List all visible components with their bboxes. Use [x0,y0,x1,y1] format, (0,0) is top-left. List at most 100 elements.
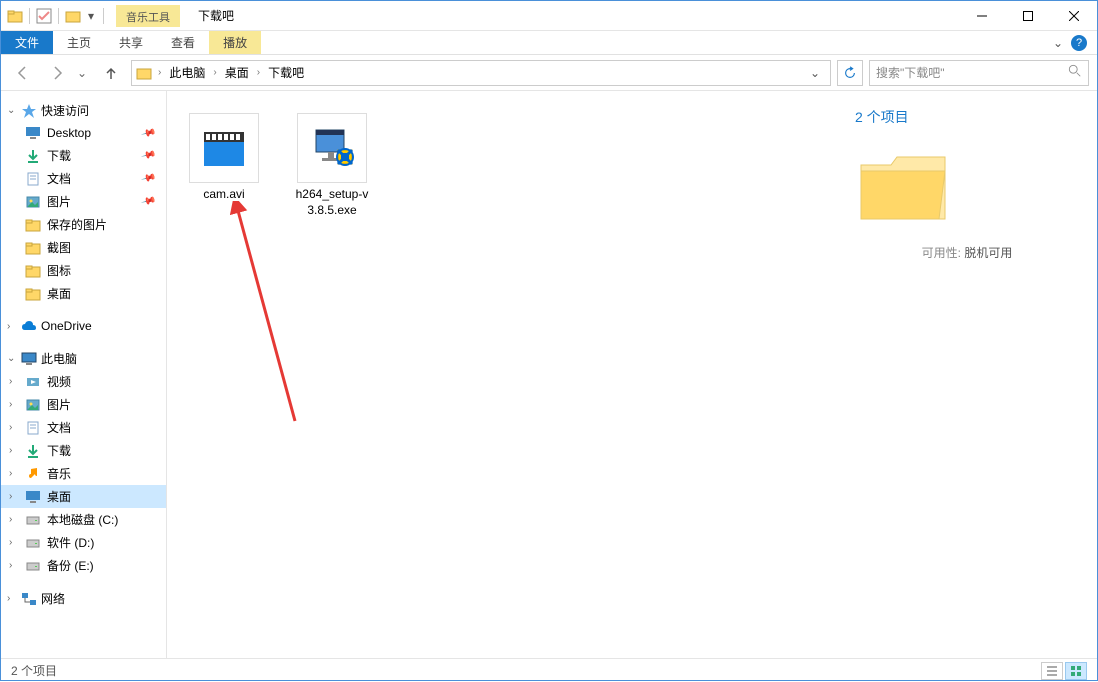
chevron-right-icon[interactable]: › [211,67,218,78]
nav-label: 网络 [41,590,65,607]
history-dropdown-icon[interactable]: ⌄ [77,66,91,80]
nav-item-文档[interactable]: ›文档 [1,416,166,439]
statusbar: 2 个项目 [1,658,1097,682]
nav-item-视频[interactable]: › 视频 [1,370,166,393]
nav-item-label: 截图 [47,239,71,256]
chevron-right-icon: › [9,376,19,387]
details-availability: 可用性: 脱机可用 [855,244,1079,261]
view-details-button[interactable] [1041,662,1063,680]
search-placeholder: 搜索"下载吧" [876,64,945,81]
nav-item-桌面[interactable]: 桌面 [1,282,166,305]
nav-item-label: 图片 [47,396,71,413]
breadcrumb-item[interactable]: 此电脑 [165,62,209,83]
view-icons-button[interactable] [1065,662,1087,680]
disk-icon [25,512,41,528]
pin-icon: 📌 [140,194,156,210]
breadcrumb-item[interactable]: 桌面 [221,62,253,83]
nav-item-文档[interactable]: 文档📌 [1,167,166,190]
chevron-right-icon: › [9,537,19,548]
breadcrumb-item[interactable]: 下载吧 [264,62,308,83]
nav-item-label: 视频 [47,373,71,390]
folder-icon [25,240,41,256]
avail-value: 脱机可用 [964,246,1012,260]
downloads-icon [25,443,41,459]
downloads-icon [25,148,41,164]
cloud-icon [21,318,37,334]
chevron-right-icon: › [7,593,17,604]
nav-item-本地磁盘 (C:)[interactable]: ›本地磁盘 (C:) [1,508,166,531]
chevron-right-icon: › [9,491,19,502]
close-button[interactable] [1051,1,1097,31]
quick-access-toolbar: ▾ 音乐工具 [1,5,180,27]
nav-item-label: 保存的图片 [47,216,107,233]
nav-item-label: 本地磁盘 (C:) [47,511,118,528]
chevron-down-icon: ⌄ [7,105,17,116]
help-icon[interactable]: ? [1071,35,1087,51]
ribbon-tabs: 文件 主页 共享 查看 播放 ⌄ ? [1,31,1097,55]
file-label: h264_setup-v3.8.5.exe [291,187,373,218]
tab-share[interactable]: 共享 [105,31,157,54]
chevron-right-icon[interactable]: › [156,67,163,78]
documents-icon [25,420,41,436]
nav-item-label: 文档 [47,419,71,436]
status-count: 2 个项目 [11,662,57,679]
nav-quick-access[interactable]: ⌄ 快速访问 [1,99,166,122]
nav-item-下载[interactable]: 下载📌 [1,144,166,167]
address-dropdown-icon[interactable]: ⌄ [804,66,826,80]
nav-onedrive[interactable]: › OneDrive [1,315,166,337]
chevron-right-icon: › [7,321,17,332]
nav-item-软件 (D:)[interactable]: ›软件 (D:) [1,531,166,554]
installer-thumb-icon [297,113,367,183]
tab-file[interactable]: 文件 [1,31,53,54]
forward-button[interactable] [43,59,71,87]
up-button[interactable] [97,59,125,87]
nav-item-截图[interactable]: 截图 [1,236,166,259]
details-pane: 2 个项目 可用性: 脱机可用 [837,91,1097,658]
nav-item-label: Desktop [47,126,91,140]
minimize-button[interactable] [959,1,1005,31]
tab-view[interactable]: 查看 [157,31,209,54]
file-item-video[interactable]: cam.avi [179,109,269,207]
maximize-button[interactable] [1005,1,1051,31]
check-icon[interactable] [36,8,52,24]
nav-network[interactable]: › 网络 [1,587,166,610]
network-icon [21,591,37,607]
file-item-exe[interactable]: h264_setup-v3.8.5.exe [287,109,377,222]
nav-label: 此电脑 [41,350,77,367]
tab-play[interactable]: 播放 [209,31,261,54]
contextual-tab-label: 音乐工具 [116,5,180,27]
folder-icon [25,286,41,302]
qat-dropdown-icon[interactable]: ▾ [85,5,97,27]
breadcrumb[interactable]: › 此电脑 › 桌面 › 下载吧 ⌄ [131,60,831,86]
arrow-annotation [227,201,307,431]
addressbar: ⌄ › 此电脑 › 桌面 › 下载吧 ⌄ 搜索"下载吧" [1,55,1097,91]
back-button[interactable] [9,59,37,87]
nav-item-图片[interactable]: 图片📌 [1,190,166,213]
avail-label: 可用性: [922,246,961,260]
nav-item-图片[interactable]: ›图片 [1,393,166,416]
nav-item-下载[interactable]: › 下载 [1,439,166,462]
chevron-right-icon: › [9,560,19,571]
window-controls [959,1,1097,31]
video-thumb-icon [189,113,259,183]
ribbon-expand-icon[interactable]: ⌄ [1053,36,1063,50]
nav-item-label: 下载 [47,442,71,459]
refresh-button[interactable] [837,60,863,86]
tab-home[interactable]: 主页 [53,31,105,54]
folder-icon [7,8,23,24]
folder-small-icon[interactable] [65,8,81,24]
nav-item-音乐[interactable]: ›音乐 [1,462,166,485]
file-grid[interactable]: cam.avi h264_setup-v3.8.5.exe [167,91,837,658]
nav-item-图标[interactable]: 图标 [1,259,166,282]
nav-item-桌面[interactable]: ›桌面 [1,485,166,508]
nav-item-保存的图片[interactable]: 保存的图片 [1,213,166,236]
star-icon [21,103,37,119]
chevron-right-icon: › [9,445,19,456]
nav-item-备份 (E:)[interactable]: ›备份 (E:) [1,554,166,577]
nav-this-pc[interactable]: ⌄ 此电脑 [1,347,166,370]
monitor-icon [21,351,37,367]
nav-item-Desktop[interactable]: Desktop📌 [1,122,166,144]
chevron-right-icon[interactable]: › [255,67,262,78]
search-icon [1068,64,1082,81]
search-input[interactable]: 搜索"下载吧" [869,60,1089,86]
